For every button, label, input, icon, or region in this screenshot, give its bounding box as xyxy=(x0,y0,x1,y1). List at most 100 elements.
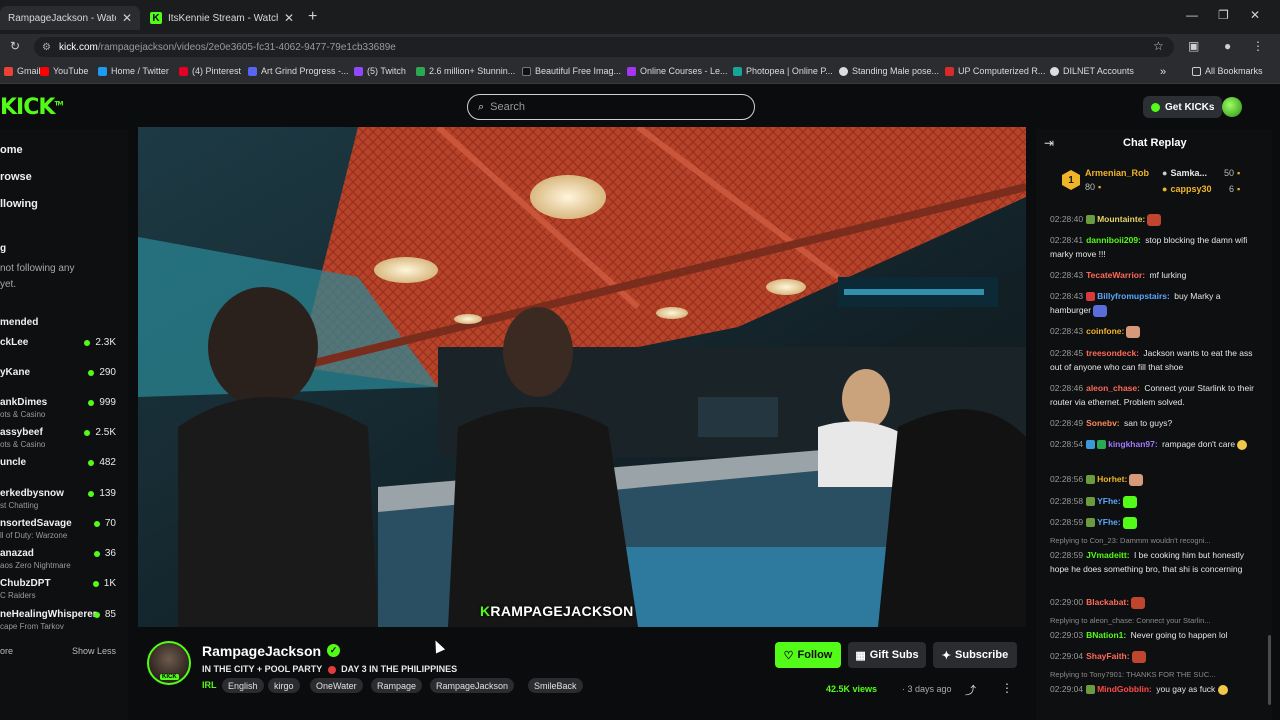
site-info-icon[interactable]: ⚙ xyxy=(42,42,51,53)
sidebar-item-following[interactable]: llowing xyxy=(0,198,38,210)
maximize-icon[interactable]: ❐ xyxy=(1218,8,1229,22)
gifter-item[interactable]: ● cappsy30 xyxy=(1162,184,1211,194)
viewer-count-value: 85 xyxy=(104,609,116,620)
show-less-link[interactable]: Show Less xyxy=(72,646,116,656)
bookmark-item[interactable]: UP Computerized R... xyxy=(945,66,1045,76)
gift-subs-button[interactable]: ▦ Gift Subs xyxy=(848,642,926,668)
sidebar-item-home[interactable]: ome xyxy=(0,144,23,156)
reload-icon[interactable]: ↻ xyxy=(10,39,20,53)
bookmark-item[interactable]: Online Courses - Le... xyxy=(627,66,728,76)
bookmark-item[interactable]: 2.6 million+ Stunnin... xyxy=(416,66,515,76)
msg-user[interactable]: coinfone: xyxy=(1086,326,1124,336)
browser-tab-active[interactable]: RampageJackson - Watch the V... ✕ xyxy=(0,6,140,30)
streamer-name[interactable]: RampageJackson xyxy=(202,643,321,659)
more-options-icon[interactable]: ⋮ xyxy=(1001,681,1013,695)
live-dot-icon xyxy=(84,339,91,346)
bookmark-item[interactable]: Art Grind Progress -... xyxy=(248,66,349,76)
msg-user[interactable]: MindGobblin: xyxy=(1097,684,1152,694)
follow-button[interactable]: ♡ Follow xyxy=(775,642,841,668)
profile-icon[interactable]: ● xyxy=(1224,39,1231,53)
more-bookmarks-icon[interactable]: » xyxy=(1160,66,1166,78)
close-tab-icon[interactable]: ✕ xyxy=(284,11,294,25)
menu-icon[interactable]: ⋮ xyxy=(1252,39,1264,53)
gifter-item[interactable]: Armenian_Rob xyxy=(1085,168,1149,178)
stream-category[interactable]: IRL xyxy=(202,680,217,690)
get-kicks-button[interactable]: Get KICKs xyxy=(1143,96,1223,118)
tag-chip[interactable]: English xyxy=(222,678,264,693)
tag-chip[interactable]: OneWater xyxy=(310,678,363,693)
msg-user[interactable]: danniboii209: xyxy=(1086,235,1141,245)
bookmark-item[interactable]: YouTube xyxy=(40,66,88,76)
bookmark-star-icon[interactable]: ☆ xyxy=(1153,39,1164,53)
bookmark-item[interactable]: DILNET Accounts xyxy=(1050,66,1134,76)
channel-item[interactable]: erkedbysnow st Chatting 139 xyxy=(0,488,120,516)
channel-item[interactable]: assybeef ots & Casino 2.5K xyxy=(0,427,120,455)
msg-user[interactable]: TecateWarrior: xyxy=(1086,270,1145,280)
msg-user[interactable]: Sonebv: xyxy=(1086,418,1120,428)
chat-scrollbar[interactable] xyxy=(1268,635,1271,705)
minimize-icon[interactable]: — xyxy=(1186,8,1198,22)
subscribe-button[interactable]: ✦ Subscribe xyxy=(933,642,1017,668)
msg-user[interactable]: YFhe: xyxy=(1097,496,1121,506)
browser-tab[interactable]: K ItsKennie Stream - Watch Live ... ✕ xyxy=(142,6,302,30)
msg-user[interactable]: Mountainte: xyxy=(1097,214,1145,224)
all-bookmarks[interactable]: All Bookmarks xyxy=(1192,66,1263,76)
msg-user[interactable]: kingkhan97: xyxy=(1108,439,1158,449)
tag-chip[interactable]: Rampage xyxy=(371,678,423,693)
collapse-chat-icon[interactable]: ⇥ xyxy=(1044,136,1054,150)
channel-item[interactable]: ChubzDPT C Raiders 1K xyxy=(0,578,120,606)
msg-user[interactable]: BNation1: xyxy=(1086,630,1126,640)
extensions-icon[interactable]: ▣ xyxy=(1188,39,1199,53)
tag-chip[interactable]: SmileBack xyxy=(528,678,583,693)
msg-user[interactable]: aleon_chase: xyxy=(1086,383,1140,393)
msg-user[interactable]: ShayFaith: xyxy=(1086,651,1129,661)
sidebar-item-browse[interactable]: rowse xyxy=(0,171,32,183)
bookmark-item[interactable]: Photopea | Online P... xyxy=(733,66,833,76)
close-window-icon[interactable]: ✕ xyxy=(1250,8,1260,22)
emote-icon xyxy=(1122,495,1137,508)
channel-item[interactable]: uncle 482 xyxy=(0,457,120,485)
gifter-item[interactable]: ● Samka... xyxy=(1162,168,1207,178)
live-dot-icon xyxy=(93,520,100,527)
kick-logo[interactable]: KICKTM xyxy=(0,95,64,120)
msg-user[interactable]: JVmadeitt: xyxy=(1086,550,1129,560)
msg-user[interactable]: treesondeck: xyxy=(1086,348,1139,358)
following-note: not following any xyxy=(0,263,75,274)
msg-user[interactable]: Horhet: xyxy=(1097,474,1127,484)
close-tab-icon[interactable]: ✕ xyxy=(122,11,132,25)
tag-chip[interactable]: kirgo xyxy=(268,678,300,693)
search-input[interactable]: ⌕ Search xyxy=(467,94,755,120)
channel-item[interactable]: yKane 290 xyxy=(0,367,120,395)
bookmark-item[interactable]: (5) Twitch xyxy=(354,66,406,76)
bookmark-label: YouTube xyxy=(53,66,89,76)
tag-chip[interactable]: RampageJackson xyxy=(430,678,515,693)
channel-item[interactable]: nsortedSavage ll of Duty: Warzone 70 xyxy=(0,518,120,546)
msg-reply-context[interactable]: Replying to aleon_chase: Connect your St… xyxy=(1050,614,1255,628)
msg-time: 02:29:04 xyxy=(1050,651,1084,661)
msg-reply-context[interactable]: Replying to Con_23: Dammm wouldn't recog… xyxy=(1050,534,1255,548)
streamer-avatar[interactable]: KICK xyxy=(147,641,191,685)
chat-message: 02:28:45 treesondeck: Jackson wants to ea… xyxy=(1050,346,1255,374)
msg-user[interactable]: Billyfromupstairs: xyxy=(1097,291,1170,301)
channel-item[interactable]: ckLee 2.3K xyxy=(0,337,120,365)
msg-reply-context[interactable]: Replying to Tony7901: THANKS FOR THE SUC… xyxy=(1050,668,1255,682)
share-icon[interactable]: ⤴ xyxy=(965,682,976,698)
bookmark-item[interactable]: Standing Male pose... xyxy=(839,66,939,76)
video-player[interactable] xyxy=(138,127,1026,627)
channel-item[interactable]: ankDimes ots & Casino 999 xyxy=(0,397,120,425)
user-avatar[interactable] xyxy=(1222,97,1242,117)
bookmark-item[interactable]: Beautiful Free Imag... xyxy=(522,66,621,76)
gmail-icon xyxy=(4,66,13,76)
channel-item[interactable]: neHealingWhisperer cape From Tarkov 85 xyxy=(0,609,120,637)
university-icon xyxy=(945,66,954,76)
new-tab-icon[interactable]: + xyxy=(308,8,317,26)
bookmark-item[interactable]: Home / Twitter xyxy=(98,66,169,76)
get-kicks-label: Get KICKs xyxy=(1165,101,1215,113)
url-field[interactable]: ⚙ kick.com /rampagejackson/videos/2e0e36… xyxy=(34,37,1174,57)
msg-user[interactable]: YFhe: xyxy=(1097,517,1121,527)
channel-item[interactable]: anazad aos Zero Nightmare 36 xyxy=(0,548,120,576)
msg-user[interactable]: Blackabat: xyxy=(1086,597,1129,607)
show-more-link[interactable]: ore xyxy=(0,646,13,656)
bookmark-item[interactable]: (4) Pinterest xyxy=(179,66,241,76)
bookmark-item[interactable]: Gmail xyxy=(4,66,41,76)
